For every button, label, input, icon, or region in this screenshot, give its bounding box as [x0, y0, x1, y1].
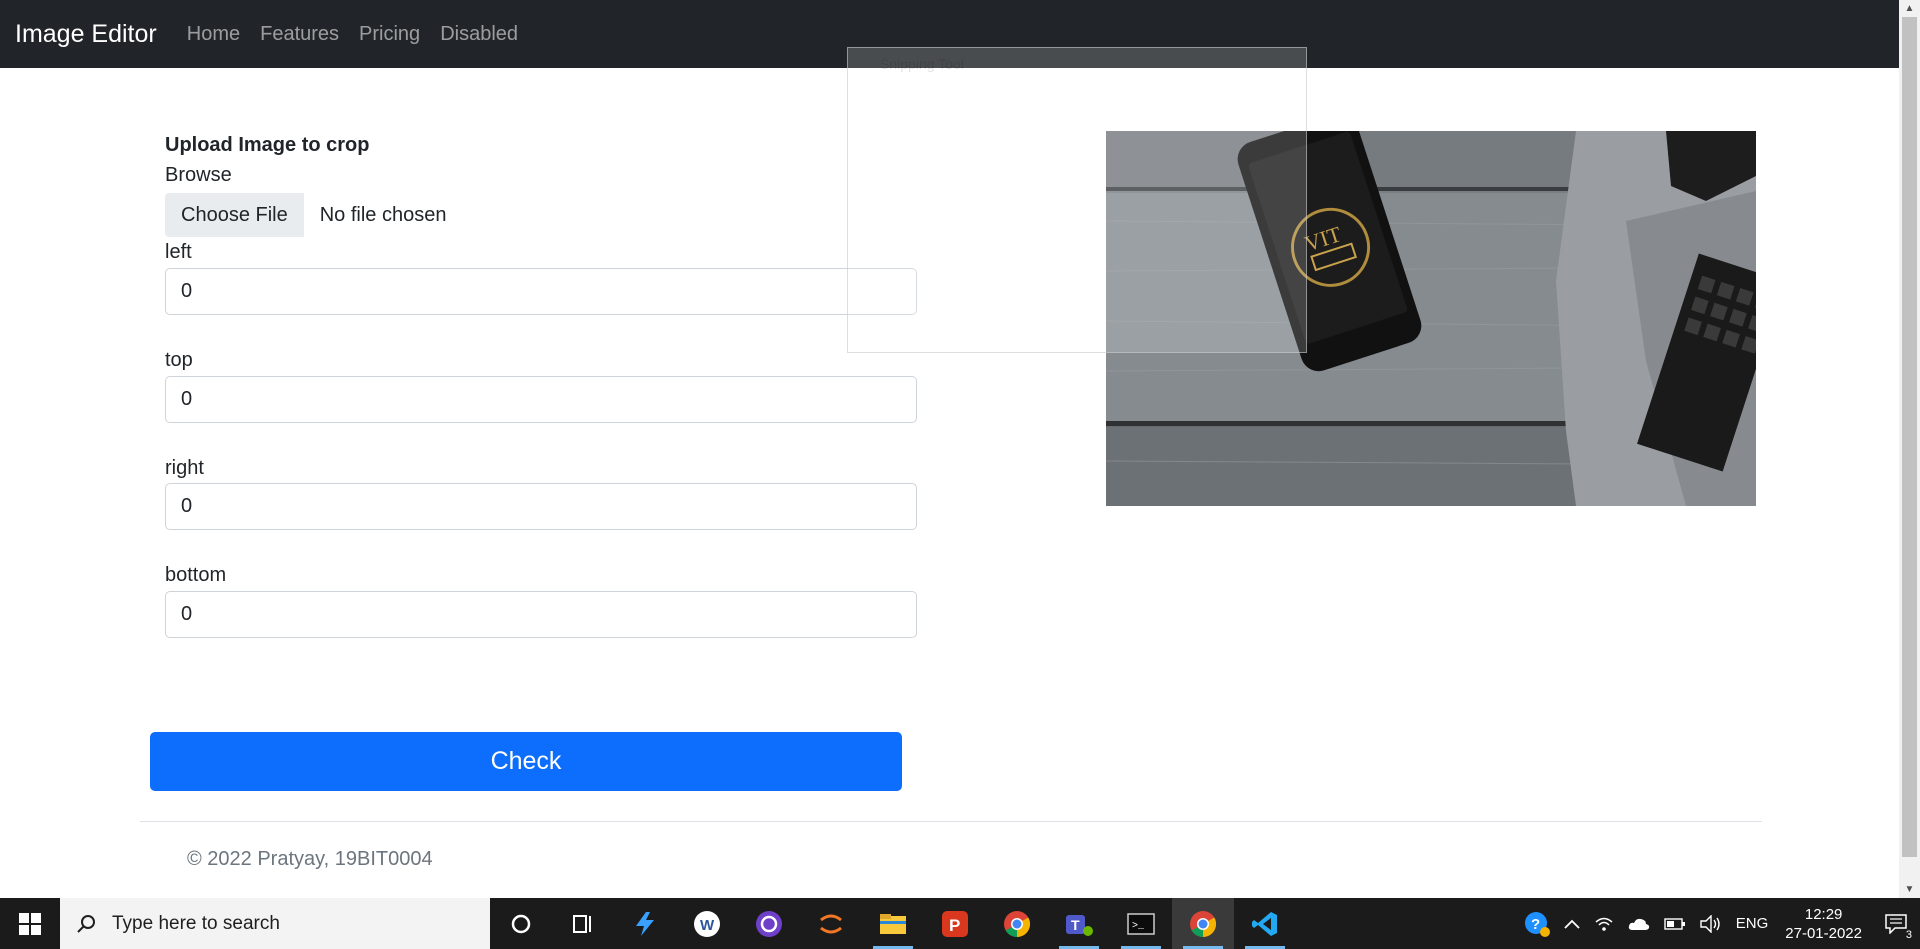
top-label: top	[165, 349, 193, 371]
task-view-button[interactable]	[552, 898, 614, 949]
left-input-value: 0	[181, 280, 193, 302]
bottom-label: bottom	[165, 564, 227, 586]
terminal-icon: >_	[1127, 912, 1155, 935]
taskbar-app-jupyter[interactable]	[800, 898, 862, 949]
footer-divider	[140, 821, 1762, 822]
onedrive-tray-button[interactable]	[1621, 898, 1657, 949]
taskbar-app-chrome[interactable]	[986, 898, 1048, 949]
action-center-button[interactable]: 3	[1872, 898, 1920, 949]
scroll-up-arrow-icon[interactable]: ▲	[1899, 0, 1920, 17]
taskbar-app-github[interactable]	[738, 898, 800, 949]
start-button[interactable]	[0, 898, 60, 949]
search-icon	[77, 914, 95, 933]
jupyter-icon	[820, 914, 842, 933]
bottom-input[interactable]: 0	[165, 591, 917, 638]
left-label: left	[165, 241, 192, 263]
folder-icon	[880, 913, 906, 934]
snipping-tool-title: Snipping Tool	[880, 56, 964, 72]
teams-icon: T	[1066, 914, 1093, 936]
svg-text:?: ?	[1531, 916, 1540, 933]
svg-text:T: T	[1071, 917, 1080, 933]
vscode-icon	[1252, 911, 1277, 936]
taskbar-app-postman[interactable]: P	[924, 898, 986, 949]
help-tray-button[interactable]: ?	[1517, 898, 1557, 949]
svg-text:W: W	[700, 917, 715, 934]
wifi-tray-button[interactable]	[1587, 898, 1621, 949]
battery-icon	[1664, 917, 1685, 930]
language-indicator[interactable]: ENG	[1729, 898, 1776, 949]
form-title: Upload Image to crop	[165, 134, 370, 156]
left-input[interactable]: 0	[165, 268, 917, 315]
right-input[interactable]: 0	[165, 483, 917, 530]
help-icon: ?	[1524, 911, 1550, 937]
speaker-icon	[1700, 914, 1720, 933]
cortana-icon	[511, 914, 531, 933]
taskbar-search-box[interactable]: Type here to search	[60, 898, 490, 949]
taskbar-app-vscode[interactable]	[1234, 898, 1296, 949]
show-hidden-icons-button[interactable]	[1557, 898, 1587, 949]
clock-date: 27-01-2022	[1785, 924, 1862, 942]
nav-link-home[interactable]: Home	[187, 23, 240, 46]
chrome-icon	[1190, 910, 1217, 937]
svg-text:P: P	[949, 916, 960, 935]
notification-icon	[1885, 913, 1907, 934]
taskbar-app-chrome-active[interactable]	[1172, 898, 1234, 949]
svg-text:>_: >_	[1132, 921, 1145, 932]
cortana-button[interactable]	[490, 898, 552, 949]
choose-file-button[interactable]: Choose File	[165, 193, 304, 237]
top-input-value: 0	[181, 388, 193, 410]
clock[interactable]: 12:29 27-01-2022	[1775, 898, 1872, 949]
page-scrollbar[interactable]: ▲ ▼	[1899, 0, 1920, 898]
windows-logo-icon	[19, 912, 41, 935]
file-input[interactable]: Choose File No file chosen	[165, 193, 446, 237]
taskbar-app-teams[interactable]: T	[1048, 898, 1110, 949]
chevron-up-icon	[1564, 919, 1580, 929]
notification-count: 3	[1905, 929, 1912, 941]
file-status-text: No file chosen	[319, 203, 447, 226]
right-label: right	[165, 457, 204, 479]
taskbar-app-terminal[interactable]: >_	[1110, 898, 1172, 949]
brand-link[interactable]: Image Editor	[15, 20, 157, 49]
windows-taskbar: Type here to search W P T >_ ? ENG 12:29…	[0, 898, 1920, 949]
right-input-value: 0	[181, 495, 193, 517]
volume-tray-button[interactable]	[1693, 898, 1729, 949]
cloud-icon	[1628, 918, 1649, 930]
taskbar-app-azure[interactable]	[614, 898, 676, 949]
taskbar-app-file-explorer[interactable]	[862, 898, 924, 949]
task-view-icon	[573, 914, 591, 933]
system-tray: ? ENG 12:29 27-01-2022 3	[1517, 898, 1920, 949]
scroll-down-arrow-icon[interactable]: ▼	[1899, 881, 1920, 898]
search-placeholder: Type here to search	[112, 912, 280, 934]
word-app-icon: W	[694, 910, 720, 937]
scroll-thumb[interactable]	[1902, 17, 1917, 857]
footer-copyright: © 2022 Pratyay, 19BIT0004	[187, 848, 433, 870]
browse-label: Browse	[165, 164, 232, 186]
chrome-icon	[1004, 910, 1031, 937]
snipping-tool-overlay: Snipping Tool	[847, 47, 1307, 353]
taskbar-app-word[interactable]: W	[676, 898, 738, 949]
github-desktop-icon	[756, 910, 782, 937]
check-button[interactable]: Check	[150, 732, 902, 791]
nav-link-features[interactable]: Features	[260, 23, 339, 46]
battery-tray-button[interactable]	[1657, 898, 1693, 949]
nav-link-pricing[interactable]: Pricing	[359, 23, 420, 46]
lightning-app-icon	[636, 911, 654, 936]
nav-link-disabled: Disabled	[440, 22, 519, 45]
top-input[interactable]: 0	[165, 376, 917, 423]
clock-time: 12:29	[1804, 905, 1843, 923]
postman-p-icon: P	[942, 910, 968, 937]
wifi-icon	[1595, 917, 1613, 931]
bottom-input-value: 0	[181, 603, 193, 625]
